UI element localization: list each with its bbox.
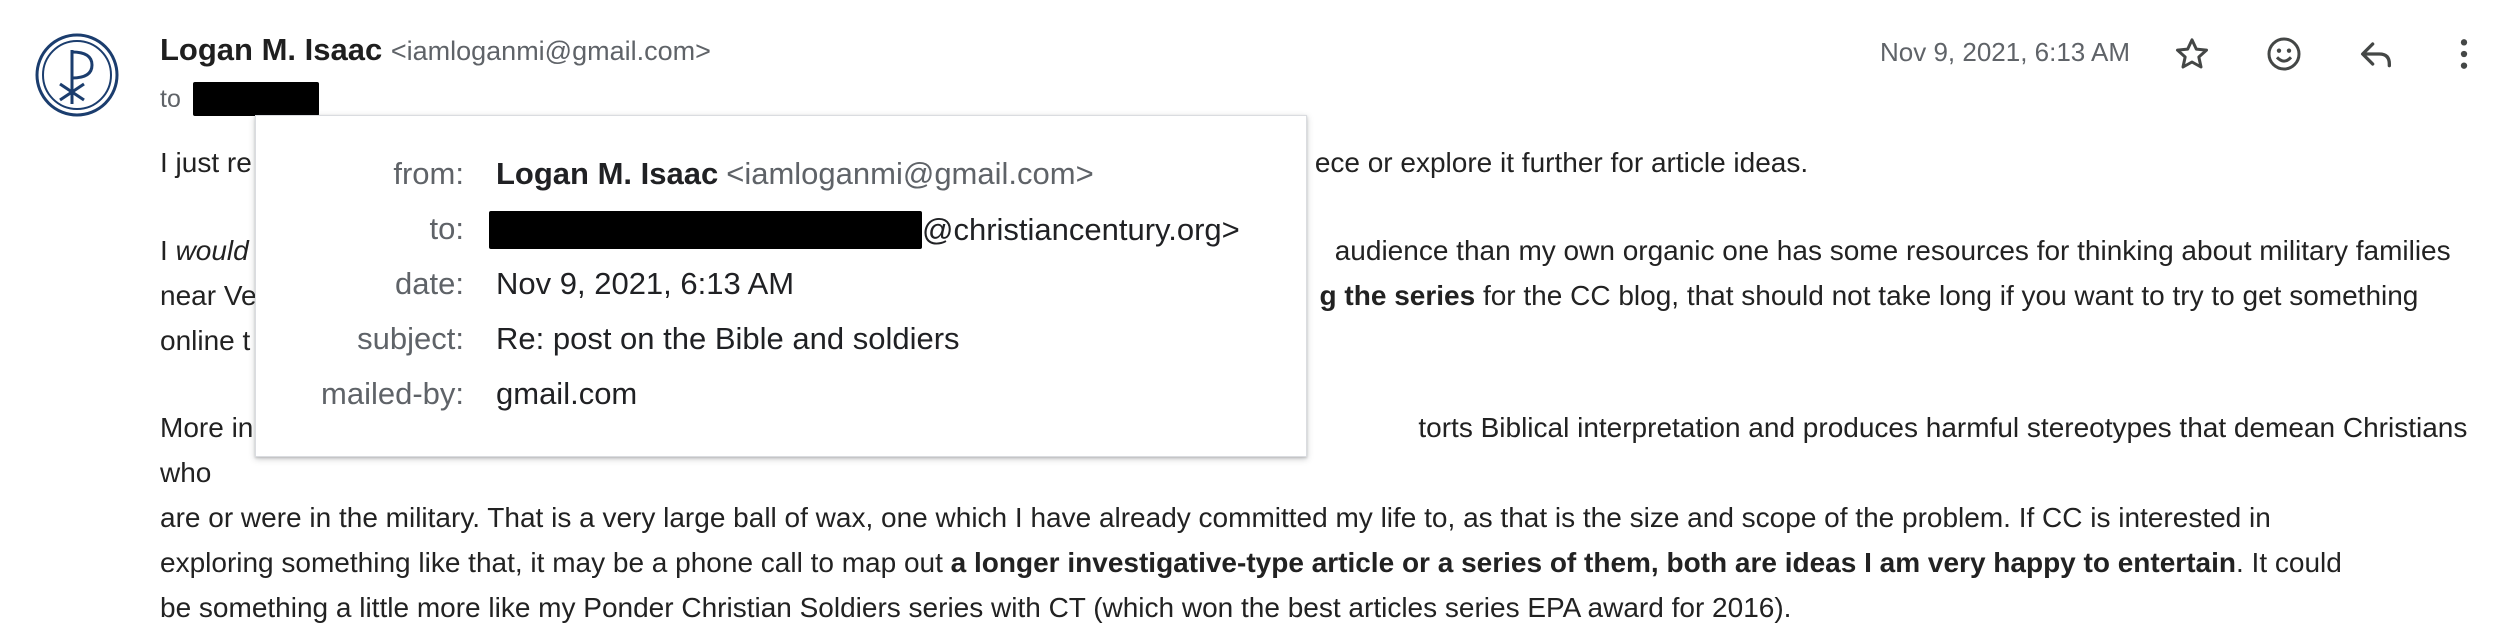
from-name: Logan M. Isaac: [496, 156, 719, 191]
chi-rho-logo-icon: [35, 33, 119, 117]
mailed-by-label: mailed-by:: [321, 376, 464, 411]
p1-start: I just re: [160, 147, 252, 178]
to-domain: @christiancentury.org>: [922, 212, 1240, 247]
p3-line3-end: . It could: [2235, 547, 2342, 578]
subject-value: Re: post on the Bible and soldiers: [496, 321, 960, 356]
from-email: <iamloganmi@gmail.com>: [726, 156, 1094, 191]
sender-email: <iamloganmi@gmail.com>: [390, 36, 711, 66]
emoji-icon: [2267, 37, 2301, 71]
from-value: Logan M. Isaac <iamloganmi@gmail.com>: [496, 156, 1094, 192]
subject-label: subject:: [357, 321, 464, 356]
mailed-by-value: gmail.com: [496, 376, 638, 411]
message-date: Nov 9, 2021, 6:13 AM: [1880, 37, 2131, 67]
date-label: date:: [395, 266, 464, 301]
details-to-row: to: @christiancentury.org>: [256, 211, 1306, 261]
avatar[interactable]: [34, 32, 120, 118]
p3-line3-start: exploring something like that, it may be…: [160, 547, 951, 578]
reply-icon: [2361, 42, 2391, 68]
p2-line2-bold: g the series: [1319, 280, 1476, 311]
details-subject-row: subject: Re: post on the Bible and soldi…: [256, 321, 1306, 371]
sender-line: Logan M. Isaac <iamloganmi@gmail.com>: [160, 32, 711, 68]
from-label: from:: [393, 156, 464, 191]
p2-line2-end: for the CC blog, that should not take lo…: [1475, 280, 2419, 311]
p2-line3-start: online t: [160, 325, 251, 356]
details-date-row: date: Nov 9, 2021, 6:13 AM: [256, 266, 1306, 316]
p1-end: ece or explore it further for article id…: [1314, 147, 1809, 178]
p3-line4: be something a little more like my Ponde…: [160, 592, 1792, 623]
to-value: @christiancentury.org>: [489, 211, 1240, 249]
redacted-recipient-address: [489, 211, 922, 249]
star-icon: [2176, 38, 2208, 69]
redacted-recipient: [192, 82, 319, 116]
message-details-popup: from: Logan M. Isaac <iamloganmi@gmail.c…: [255, 115, 1307, 457]
more-options-button[interactable]: [2440, 30, 2488, 78]
sender-name[interactable]: Logan M. Isaac: [160, 32, 382, 67]
p2-line1-start: I: [160, 235, 176, 266]
p2-line1-italic: would: [175, 235, 249, 266]
to-label: to: [160, 84, 181, 113]
p2-line1-end: audience than my own organic one has som…: [1334, 235, 2451, 266]
reply-button[interactable]: [2352, 30, 2400, 78]
date-value: Nov 9, 2021, 6:13 AM: [496, 266, 795, 301]
emoji-reaction-button[interactable]: [2260, 30, 2308, 78]
p2-line2-start: near Ve: [160, 280, 257, 311]
p3-line3-bold: a longer investigative-type article or a…: [950, 547, 2236, 578]
to-field-label: to:: [429, 211, 464, 246]
star-button[interactable]: [2168, 30, 2216, 78]
recipient-line[interactable]: to: [160, 82, 319, 116]
details-from-row: from: Logan M. Isaac <iamloganmi@gmail.c…: [256, 156, 1306, 206]
more-vert-icon: [2460, 39, 2468, 69]
p3-line1-start: More in: [160, 412, 254, 443]
p3-line2: are or were in the military. That is a v…: [160, 502, 2271, 533]
details-mailedby-row: mailed-by: gmail.com: [256, 376, 1306, 426]
